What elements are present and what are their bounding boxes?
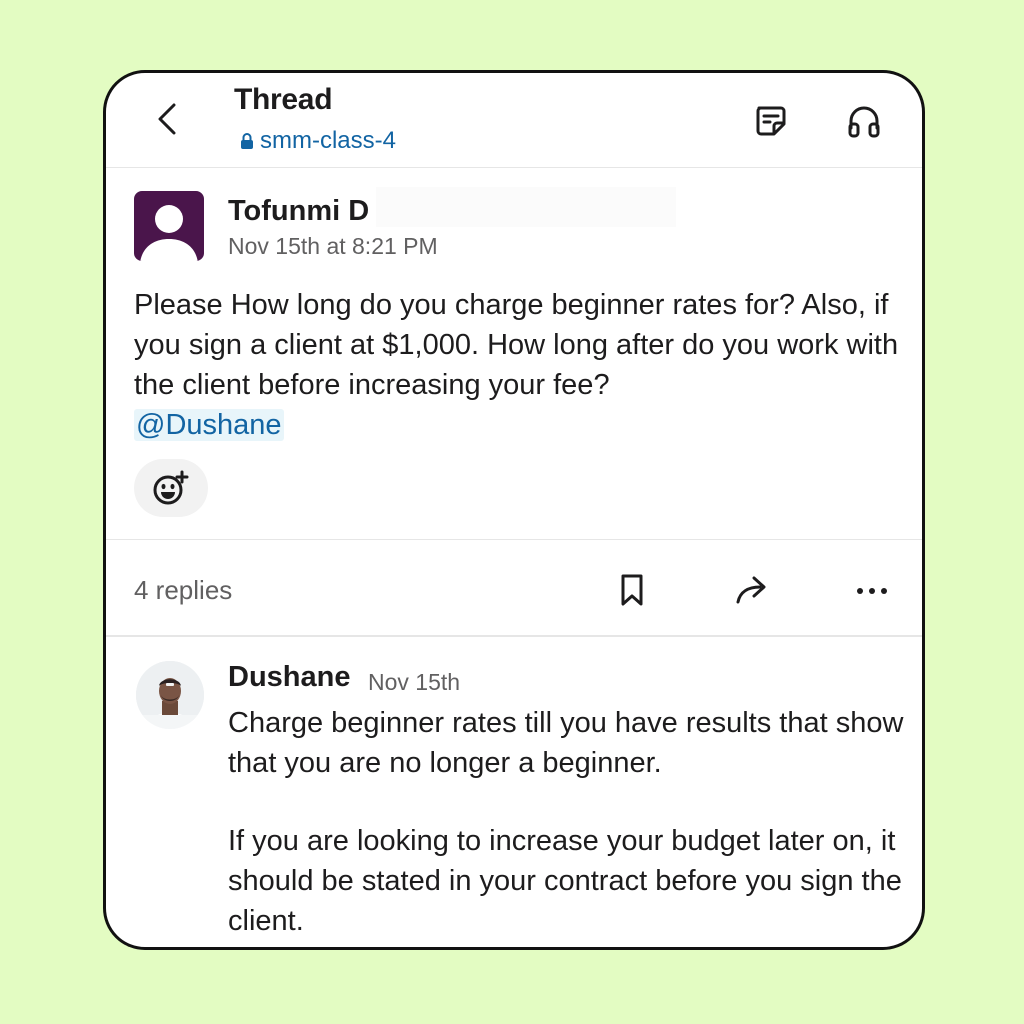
- thread-header: Thread smm-class-4: [106, 73, 922, 168]
- reply-count: 4 replies: [134, 575, 233, 605]
- message-text: Please How long do you charge beginner r…: [134, 289, 899, 401]
- thread-panel: Thread smm-class-4 Tofunmi D Nov 15th at…: [103, 70, 925, 950]
- share-icon[interactable]: [732, 570, 772, 610]
- bookmark-icon[interactable]: [612, 570, 652, 610]
- more-icon[interactable]: [852, 570, 892, 610]
- divider: [106, 635, 922, 637]
- reply-paragraph: If you are looking to increase your budg…: [228, 825, 902, 937]
- add-reaction-icon: [153, 470, 189, 505]
- canvas-note-icon[interactable]: [751, 101, 791, 141]
- reply-body: Charge beginner rates till you have resu…: [228, 703, 918, 947]
- channel-link[interactable]: smm-class-4: [240, 127, 396, 155]
- add-reaction-button[interactable]: [134, 459, 208, 517]
- page-title: Thread: [234, 83, 333, 116]
- reply-paragraph: Charge beginner rates till you have resu…: [228, 707, 904, 779]
- message-author[interactable]: Tofunmi D: [228, 195, 369, 228]
- message-body: Please How long do you charge beginner r…: [134, 285, 914, 445]
- divider: [106, 539, 922, 540]
- default-avatar-icon: [140, 205, 198, 261]
- lock-icon: [241, 133, 253, 149]
- reply-avatar[interactable]: [136, 661, 204, 729]
- reply-timestamp: Nov 15th: [368, 669, 461, 695]
- user-mention[interactable]: @Dushane: [134, 409, 284, 441]
- avatar[interactable]: [134, 191, 204, 261]
- headphone-icon[interactable]: [844, 101, 884, 141]
- message-timestamp: Nov 15th at 8:21 PM: [228, 233, 438, 259]
- reply-author[interactable]: Dushane: [228, 661, 350, 694]
- user-photo: [136, 661, 204, 729]
- back-icon[interactable]: [150, 99, 186, 139]
- name-highlight: [376, 187, 676, 227]
- channel-name: smm-class-4: [260, 127, 396, 154]
